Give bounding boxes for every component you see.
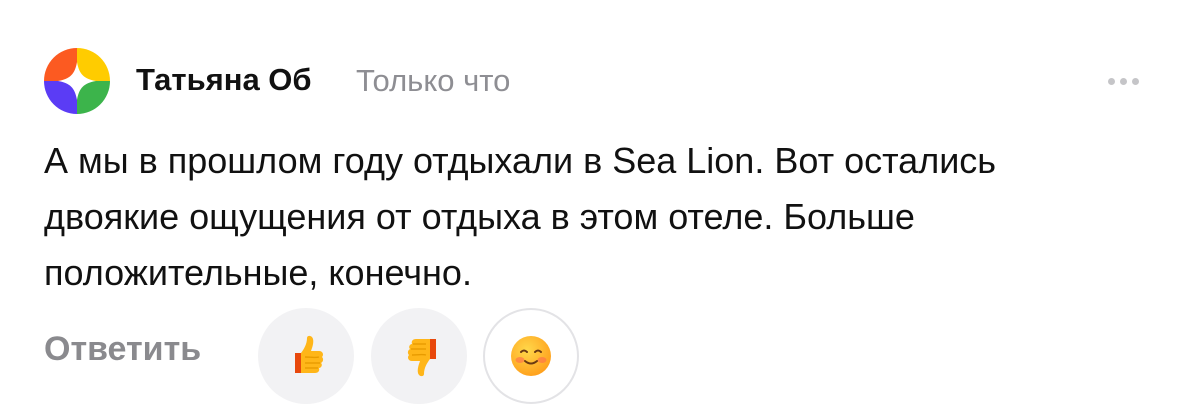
smiley-face-icon	[511, 336, 551, 376]
comment-text-line: А мы в прошлом году отдыхали в Sea Lion.…	[44, 140, 997, 181]
comment-text: А мы в прошлом году отдыхали в Sea Lion.…	[44, 133, 1164, 301]
timestamp: Только что	[356, 63, 511, 98]
avatar-logo-icon	[44, 48, 110, 114]
comment-card: Татьяна Об Только что А мы в прошлом год…	[0, 0, 1200, 412]
more-dots-icon	[1131, 77, 1139, 85]
avatar[interactable]	[44, 48, 110, 114]
like-reaction-button[interactable]	[258, 308, 354, 404]
dislike-reaction-button[interactable]	[371, 308, 467, 404]
more-options-button[interactable]	[1092, 62, 1154, 100]
reply-button[interactable]: Ответить	[44, 330, 201, 369]
author-name[interactable]: Татьяна Об	[136, 62, 312, 98]
more-dots-icon	[1119, 77, 1127, 85]
add-reaction-button[interactable]	[483, 308, 579, 404]
more-dots-icon	[1107, 77, 1115, 85]
thumbs-down-icon	[407, 339, 436, 377]
thumbs-up-icon	[295, 335, 324, 373]
comment-text-line: двоякие ощущения от отдыха в этом отеле.…	[44, 196, 915, 237]
comment-text-line: положительные, конечно.	[44, 252, 472, 293]
